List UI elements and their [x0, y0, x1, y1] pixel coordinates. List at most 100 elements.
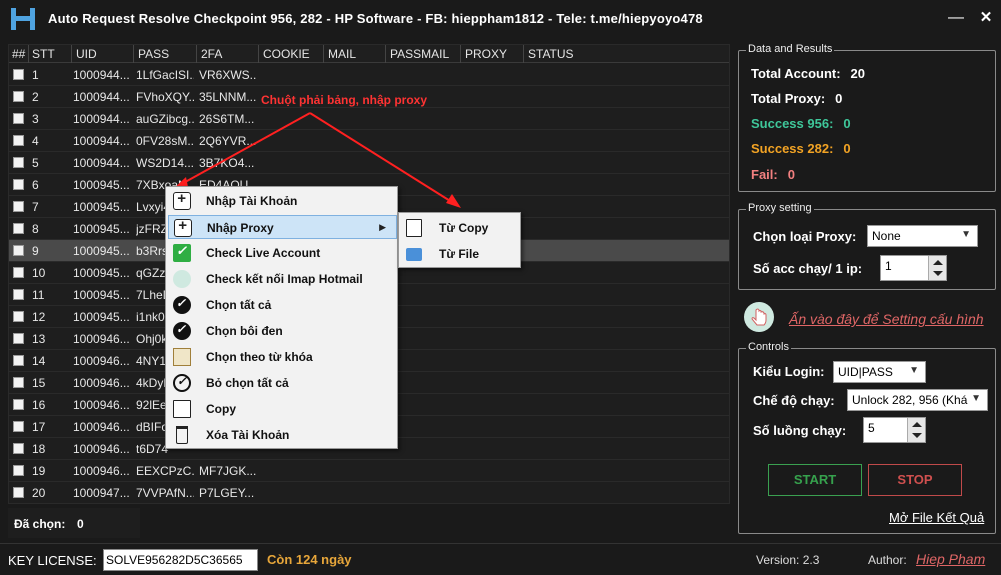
check-circle-icon — [173, 322, 191, 340]
col-header-uid[interactable]: UID — [76, 47, 97, 61]
stt-cell: 9 — [32, 244, 39, 258]
stt-cell: 5 — [32, 156, 39, 170]
title-bar: Auto Request Resolve Checkpoint 956, 282… — [0, 0, 1001, 38]
uid-cell: 1000946... — [73, 354, 130, 368]
table-row[interactable]: 3 1000944... auGZibcg... 26S6TM... — [9, 108, 729, 130]
row-checkbox[interactable] — [13, 91, 24, 102]
table-row[interactable]: 4 1000944... 0FV28sM... 2Q6YVR... — [9, 130, 729, 152]
row-checkbox[interactable] — [13, 377, 24, 388]
row-checkbox[interactable] — [13, 443, 24, 454]
col-header-cookie[interactable]: COOKIE — [263, 47, 310, 61]
acc-per-ip-stepper[interactable]: 1 — [880, 255, 947, 281]
chevron-down-icon: ▼ — [909, 365, 919, 376]
stt-cell: 11 — [32, 288, 45, 302]
stt-cell: 20 — [32, 486, 46, 500]
menu-item-select-keyword[interactable]: Chọn theo từ khóa — [168, 345, 397, 369]
uid-cell: 1000944... — [73, 68, 130, 82]
table-row[interactable]: 5 1000944... WS2D14... 3B7KO4... — [9, 152, 729, 174]
stt-cell: 19 — [32, 464, 46, 478]
arrow-down-icon[interactable] — [933, 271, 943, 276]
start-button[interactable]: START — [768, 464, 862, 496]
proxy-submenu: Từ Copy Từ File — [398, 212, 521, 268]
col-header-status[interactable]: STATUS — [528, 47, 574, 61]
col-header-2fa[interactable]: 2FA — [201, 47, 222, 61]
row-checkbox[interactable] — [13, 267, 24, 278]
row-checkbox[interactable] — [13, 333, 24, 344]
col-header-pass[interactable]: PASS — [138, 47, 169, 61]
hand-icon — [173, 270, 191, 288]
col-header-select[interactable]: ## — [12, 47, 25, 61]
row-checkbox[interactable] — [13, 289, 24, 300]
uid-cell: 1000947... — [73, 486, 130, 500]
close-button[interactable]: ✕ — [974, 8, 998, 28]
col-header-passmail[interactable]: PASSMAIL — [390, 47, 449, 61]
row-checkbox[interactable] — [13, 355, 24, 366]
author-link[interactable]: Hiep Pham — [916, 551, 985, 567]
uid-cell: 1000945... — [73, 288, 130, 302]
twofa-cell: VR6XWS... — [199, 68, 257, 82]
col-header-stt[interactable]: STT — [32, 47, 55, 61]
stt-cell: 10 — [32, 266, 46, 280]
settings-hand-icon[interactable] — [744, 302, 774, 332]
twofa-cell: 35LNNM... — [199, 90, 257, 104]
row-checkbox[interactable] — [13, 179, 24, 190]
uid-cell: 1000945... — [73, 200, 130, 214]
menu-item-delete-account[interactable]: Xóa Tài Khoản — [168, 423, 397, 447]
login-type-select[interactable]: UID|PASS ▼ — [833, 361, 926, 383]
menu-item-label: Xóa Tài Khoản — [206, 428, 290, 442]
col-header-proxy[interactable]: PROXY — [465, 47, 507, 61]
author-label: Author: — [868, 553, 907, 567]
spin-buttons[interactable] — [907, 418, 925, 442]
row-checkbox[interactable] — [13, 201, 24, 212]
threads-stepper[interactable]: 5 — [863, 417, 926, 443]
row-checkbox[interactable] — [13, 245, 24, 256]
row-checkbox[interactable] — [13, 311, 24, 322]
submenu-item-from-copy[interactable]: Từ Copy — [401, 216, 520, 240]
col-header-mail[interactable]: MAIL — [328, 47, 356, 61]
arrow-up-icon[interactable] — [933, 260, 943, 265]
menu-item-deselect-all[interactable]: Bỏ chọn tất cả — [168, 371, 397, 395]
row-checkbox[interactable] — [13, 135, 24, 146]
copy-icon — [173, 400, 191, 418]
stt-cell: 2 — [32, 90, 39, 104]
menu-item-import-proxy[interactable]: Nhập Proxy ▶ — [168, 215, 397, 239]
row-checkbox[interactable] — [13, 223, 24, 234]
select-value: UID|PASS — [838, 365, 893, 379]
proxy-type-select[interactable]: None ▼ — [867, 225, 978, 247]
submenu-item-from-file[interactable]: Từ File — [401, 242, 520, 266]
stat-value: 0 — [787, 167, 795, 182]
uid-cell: 1000945... — [73, 310, 130, 324]
group-title: Data and Results — [746, 43, 835, 55]
stt-cell: 18 — [32, 442, 46, 456]
minimize-button[interactable]: — — [944, 8, 968, 28]
stt-cell: 12 — [32, 310, 46, 324]
table-row[interactable]: 20 1000947... 7VVPAfN... P7LGEY... — [9, 482, 729, 503]
menu-item-import-account[interactable]: Nhập Tài Khoản — [168, 189, 397, 213]
menu-item-select-all[interactable]: Chọn tất cả — [168, 293, 397, 317]
menu-item-check-imap[interactable]: Check kết nối Imap Hotmail — [168, 267, 397, 291]
stt-cell: 8 — [32, 222, 39, 236]
arrow-down-icon[interactable] — [912, 433, 922, 438]
spin-buttons[interactable] — [928, 256, 946, 280]
table-row[interactable]: 19 1000946... EEXCPzC... MF7JGK... — [9, 460, 729, 482]
row-checkbox[interactable] — [13, 487, 24, 498]
folder-icon — [406, 248, 422, 261]
license-key-input[interactable]: SOLVE956282D5C36565 — [103, 549, 258, 571]
stop-button[interactable]: STOP — [868, 464, 962, 496]
license-label: KEY LICENSE: — [8, 553, 97, 568]
row-checkbox[interactable] — [13, 421, 24, 432]
run-mode-select[interactable]: Unlock 282, 956 (Khá ▼ — [847, 389, 988, 411]
arrow-up-icon[interactable] — [912, 422, 922, 427]
row-checkbox[interactable] — [13, 465, 24, 476]
row-checkbox[interactable] — [13, 157, 24, 168]
table-row[interactable]: 1 1000944... 1LfGacISI... VR6XWS... — [9, 64, 729, 86]
row-checkbox[interactable] — [13, 113, 24, 124]
app-logo-icon — [11, 8, 35, 30]
settings-link[interactable]: Ấn vào đây để Setting cấu hình — [789, 311, 984, 327]
menu-item-select-highlighted[interactable]: Chọn bôi đen — [168, 319, 397, 343]
row-checkbox[interactable] — [13, 69, 24, 80]
open-result-link[interactable]: Mở File Kết Quả — [889, 510, 984, 525]
row-checkbox[interactable] — [13, 399, 24, 410]
menu-item-check-live[interactable]: Check Live Account — [168, 241, 397, 265]
menu-item-copy[interactable]: Copy — [168, 397, 397, 421]
